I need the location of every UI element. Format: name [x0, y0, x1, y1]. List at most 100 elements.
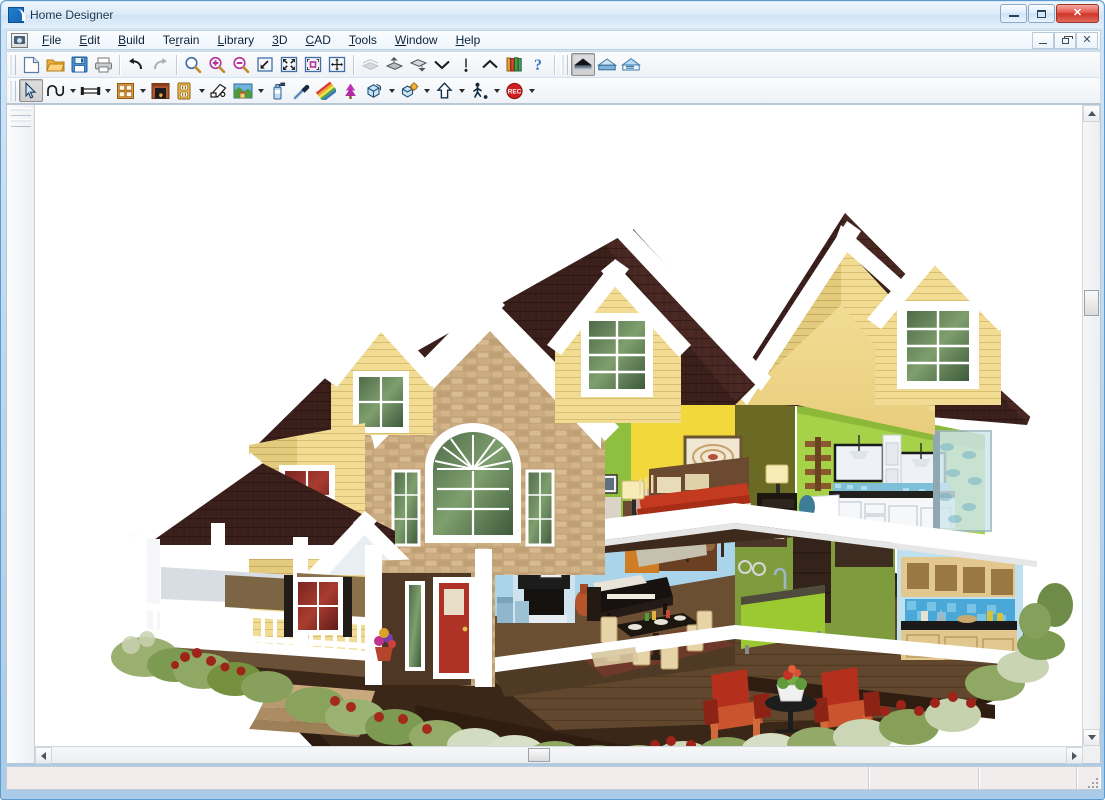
- horizontal-scrollbar-thumb[interactable]: [528, 748, 551, 762]
- toolbar-grip[interactable]: [9, 54, 16, 75]
- zoom-icon[interactable]: [181, 53, 205, 76]
- floor-down-icon[interactable]: [406, 53, 430, 76]
- redo-icon[interactable]: [148, 53, 172, 76]
- zoom-in-icon[interactable]: [205, 53, 229, 76]
- move-up-dropdown[interactable]: [456, 79, 467, 102]
- scroll-down-button[interactable]: [1083, 729, 1100, 746]
- menu-item-tools[interactable]: Tools: [340, 31, 386, 49]
- menu-item-build[interactable]: Build: [109, 31, 154, 49]
- toolbar-separator: [554, 54, 555, 75]
- mdi-window-controls: ✕: [1032, 32, 1098, 49]
- electrical-outlet-icon[interactable]: [172, 79, 196, 102]
- draw-curve-icon[interactable]: [43, 79, 67, 102]
- application-window: Home Designer ✕ File Edit Build Terrain …: [0, 0, 1105, 800]
- 3d-lighting-dropdown[interactable]: [421, 79, 432, 102]
- 3d-view-canvas[interactable]: [35, 105, 1083, 746]
- electrical-dropdown[interactable]: [196, 79, 207, 102]
- walkthrough-icon[interactable]: [467, 79, 491, 102]
- fill-window-building-icon[interactable]: [301, 53, 325, 76]
- window-title: Home Designer: [30, 8, 114, 22]
- mdi-minimize-button[interactable]: [1032, 32, 1054, 49]
- svg-text:?: ?: [534, 57, 542, 73]
- chevron-down-icon[interactable]: [430, 53, 454, 76]
- menu-item-file[interactable]: File: [33, 31, 70, 49]
- library-browser-icon[interactable]: [502, 53, 526, 76]
- menu-bar: File Edit Build Terrain Library 3D CAD T…: [6, 30, 1101, 50]
- draw-wall-dropdown[interactable]: [102, 79, 113, 102]
- menu-item-help[interactable]: Help: [447, 31, 490, 49]
- scroll-left-button[interactable]: [35, 747, 52, 764]
- toolbar-grip[interactable]: [9, 80, 16, 101]
- record-walkthrough-icon[interactable]: REC: [502, 79, 526, 102]
- chevron-up-icon[interactable]: [478, 53, 502, 76]
- move-up-icon[interactable]: [432, 79, 456, 102]
- walkthrough-dropdown[interactable]: [491, 79, 502, 102]
- glass-house-view-icon[interactable]: [595, 53, 619, 76]
- zoom-out-icon[interactable]: [229, 53, 253, 76]
- vertical-scrollbar-thumb[interactable]: [1084, 290, 1099, 317]
- title-bar: Home Designer ✕: [2, 2, 1103, 28]
- cabinet-icon[interactable]: [113, 79, 137, 102]
- left-toolbar-strip[interactable]: [7, 105, 35, 763]
- color-gradient-icon[interactable]: [314, 79, 338, 102]
- open-plan-icon[interactable]: [43, 53, 67, 76]
- select-objects-icon[interactable]: [19, 79, 43, 102]
- fill-window-icon[interactable]: [277, 53, 301, 76]
- reference-display-icon[interactable]: [454, 53, 478, 76]
- menu-item-window[interactable]: Window: [386, 31, 447, 49]
- toolbar-separator: [176, 54, 177, 75]
- scroll-up-button[interactable]: [1083, 105, 1100, 122]
- menu-item-terrain[interactable]: Terrain: [154, 31, 209, 49]
- left-toolbar-grip[interactable]: [10, 119, 31, 127]
- 3d-box-dropdown[interactable]: [386, 79, 397, 102]
- floor-up-icon[interactable]: [382, 53, 406, 76]
- svg-text:REC: REC: [507, 88, 521, 95]
- undo-icon[interactable]: [124, 53, 148, 76]
- toolbar-grip[interactable]: [561, 54, 568, 75]
- horizontal-scrollbar[interactable]: [35, 746, 1083, 764]
- print-icon[interactable]: [91, 53, 115, 76]
- window-controls: ✕: [1000, 4, 1099, 23]
- spray-paint-icon[interactable]: [266, 79, 290, 102]
- terrain-perimeter-icon[interactable]: [231, 79, 255, 102]
- menu-item-library[interactable]: Library: [208, 31, 263, 49]
- status-bar: [6, 766, 1101, 790]
- menu-item-edit[interactable]: Edit: [70, 31, 109, 49]
- draw-curve-dropdown[interactable]: [67, 79, 78, 102]
- toolbar-separator: [353, 54, 354, 75]
- menu-item-cad[interactable]: CAD: [297, 31, 340, 49]
- menu-item-3d[interactable]: 3D: [263, 31, 296, 49]
- 3d-lighting-icon[interactable]: [397, 79, 421, 102]
- design-tools-toolbar: REC: [6, 78, 1101, 104]
- mdi-restore-button[interactable]: [1054, 32, 1076, 49]
- camera-icon[interactable]: [207, 79, 231, 102]
- full-camera-view-icon[interactable]: [571, 53, 595, 76]
- mdi-close-button[interactable]: ✕: [1076, 32, 1098, 49]
- left-toolbar-grip[interactable]: [10, 108, 31, 116]
- maximize-button[interactable]: [1028, 4, 1055, 23]
- cabinet-dropdown[interactable]: [137, 79, 148, 102]
- eyedropper-icon[interactable]: [290, 79, 314, 102]
- record-walkthrough-dropdown[interactable]: [526, 79, 537, 102]
- resize-grip[interactable]: [1084, 774, 1098, 788]
- new-plan-icon[interactable]: [19, 53, 43, 76]
- document-control-icon[interactable]: [11, 32, 28, 48]
- terrain-dropdown[interactable]: [255, 79, 266, 102]
- undo-zoom-icon[interactable]: [253, 53, 277, 76]
- framing-overview-icon[interactable]: [619, 53, 643, 76]
- fireplace-icon[interactable]: [148, 79, 172, 102]
- home-designer-logo-icon: [8, 7, 25, 23]
- house-rendering-svg: [35, 105, 1083, 746]
- scroll-right-button[interactable]: [1066, 747, 1083, 764]
- previous-floor-icon[interactable]: [358, 53, 382, 76]
- standard-toolbar: ?: [6, 51, 1101, 77]
- plant-icon[interactable]: [338, 79, 362, 102]
- minimize-button[interactable]: [1000, 4, 1027, 23]
- vertical-scrollbar[interactable]: [1082, 105, 1100, 746]
- close-button[interactable]: ✕: [1056, 4, 1099, 23]
- pan-view-icon[interactable]: [325, 53, 349, 76]
- save-icon[interactable]: [67, 53, 91, 76]
- 3d-box-icon[interactable]: [362, 79, 386, 102]
- draw-wall-icon[interactable]: [78, 79, 102, 102]
- help-icon[interactable]: ?: [526, 53, 550, 76]
